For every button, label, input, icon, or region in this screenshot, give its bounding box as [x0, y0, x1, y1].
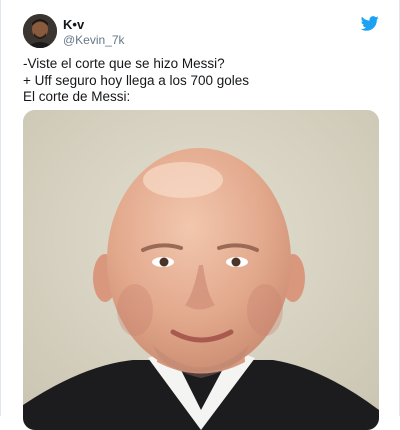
tweet-header: K•v @Kevin_7k [23, 14, 383, 50]
tweet-text: -Viste el corte que se hizo Messi? + Uff… [23, 56, 379, 106]
tweet-photo[interactable] [23, 110, 379, 430]
handle[interactable]: @Kevin_7k [63, 32, 125, 48]
twitter-bird-icon[interactable] [360, 16, 379, 31]
tweet-line: + Uff seguro hoy llega a los 700 goles [23, 72, 250, 88]
tweet-line: -Viste el corte que se hizo Messi? [23, 56, 225, 71]
display-name[interactable]: K•v [63, 18, 125, 32]
tweet-line: El corte de Messi: [23, 89, 131, 104]
tweet-card: K•v @Kevin_7k -Viste el corte que se hiz… [0, 0, 400, 430]
author-names: K•v @Kevin_7k [63, 18, 125, 48]
avatar[interactable] [23, 14, 57, 48]
